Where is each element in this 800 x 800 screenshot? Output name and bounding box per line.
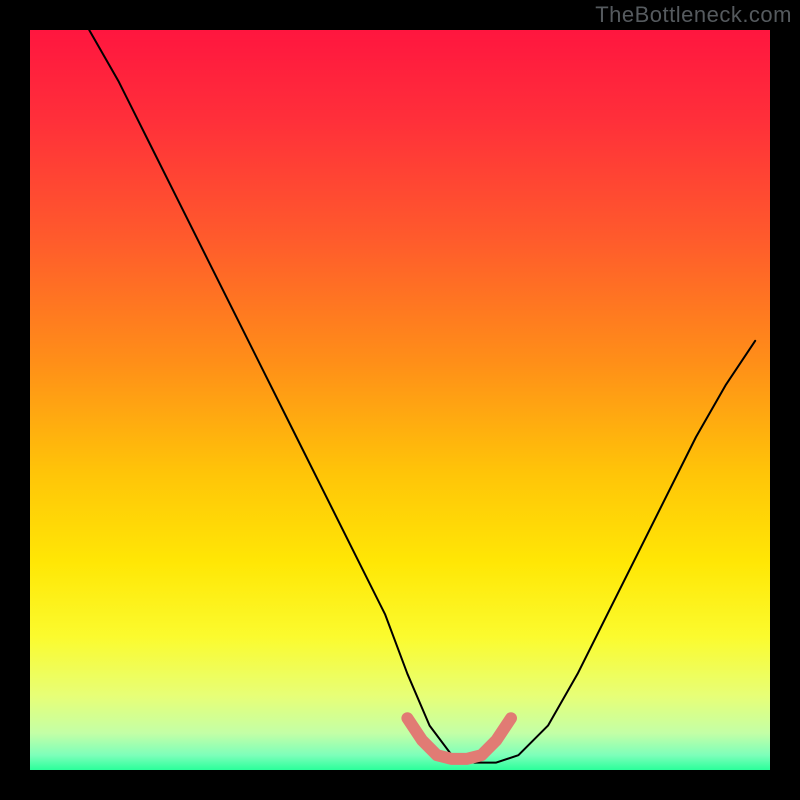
gradient-background [30, 30, 770, 770]
watermark-text: TheBottleneck.com [595, 2, 792, 28]
chart-svg [0, 0, 800, 800]
chart-frame: TheBottleneck.com [0, 0, 800, 800]
